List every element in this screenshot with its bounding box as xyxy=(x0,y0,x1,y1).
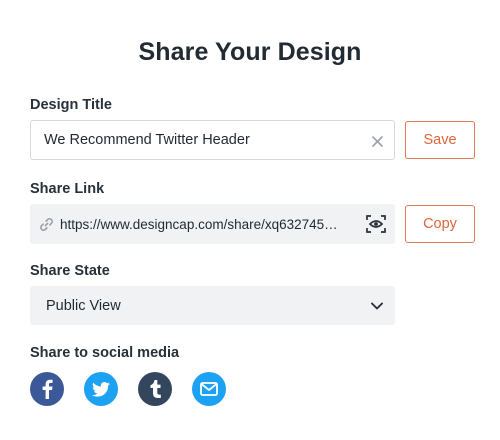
design-title-label: Design Title xyxy=(30,97,112,113)
email-share-button[interactable] xyxy=(192,372,226,406)
share-state-value: Public View xyxy=(46,297,121,314)
close-icon[interactable] xyxy=(369,133,385,149)
facebook-icon xyxy=(41,379,53,399)
share-link-url[interactable]: https://www.designcap.com/share/xq632745… xyxy=(60,204,360,244)
social-label: Share to social media xyxy=(30,345,180,361)
twitter-icon xyxy=(92,381,110,397)
save-button[interactable]: Save xyxy=(405,121,475,159)
tumblr-icon xyxy=(150,380,161,398)
page-title: Share Your Design xyxy=(138,38,362,66)
copy-button[interactable]: Copy xyxy=(405,205,475,243)
link-icon xyxy=(38,216,54,232)
share-link-label: Share Link xyxy=(30,181,105,197)
email-icon xyxy=(200,382,218,396)
chevron-down-icon xyxy=(370,299,384,313)
share-state-select[interactable]: Public View xyxy=(30,286,395,325)
share-state-label: Share State xyxy=(30,263,110,279)
twitter-share-button[interactable] xyxy=(84,372,118,406)
tumblr-share-button[interactable] xyxy=(138,372,172,406)
facebook-share-button[interactable] xyxy=(30,372,64,406)
share-link-field: https://www.designcap.com/share/xq632745… xyxy=(30,204,395,244)
design-title-field[interactable]: We Recommend Twitter Header xyxy=(30,120,395,160)
design-title-input[interactable]: We Recommend Twitter Header xyxy=(44,121,364,159)
eye-preview-icon[interactable] xyxy=(365,214,387,234)
